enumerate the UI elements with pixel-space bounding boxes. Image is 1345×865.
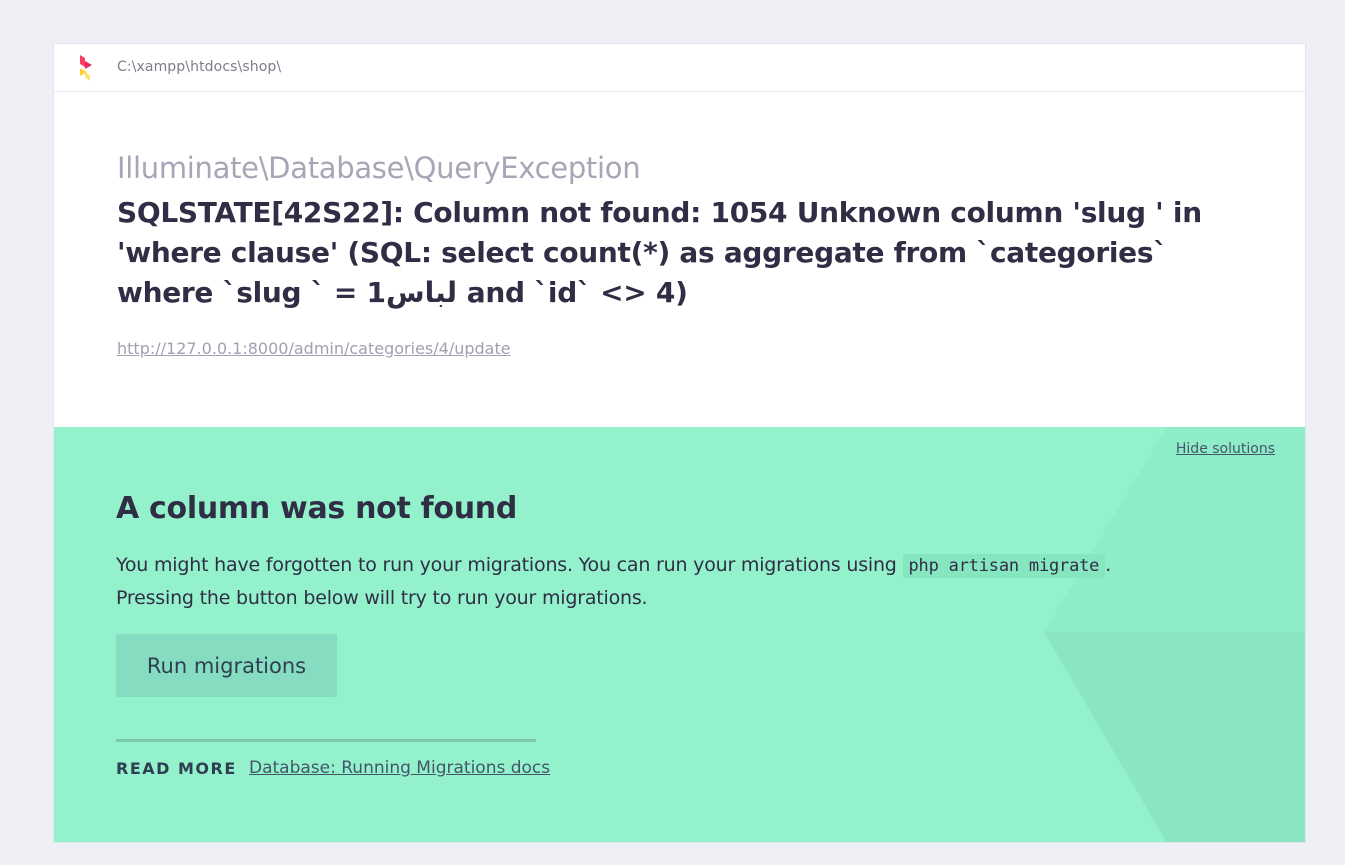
- solution-description: You might have forgotten to run your mig…: [116, 549, 1216, 614]
- exception-class: Illuminate\Database\QueryException: [117, 151, 641, 185]
- error-card: C:\xampp\htdocs\shop\ Illuminate\Databas…: [53, 43, 1306, 843]
- ignition-logo-icon: [80, 55, 92, 81]
- solution-text-before: You might have forgotten to run your mig…: [116, 554, 903, 576]
- solution-text-after: .: [1105, 554, 1112, 576]
- migrations-docs-link[interactable]: Database: Running Migrations docs: [249, 758, 550, 778]
- project-path: C:\xampp\htdocs\shop\: [117, 59, 282, 75]
- read-more-label: READ MORE: [116, 759, 237, 778]
- run-migrations-button[interactable]: Run migrations: [116, 634, 337, 697]
- migrate-command: php artisan migrate: [902, 554, 1106, 578]
- request-url[interactable]: http://127.0.0.1:8000/admin/categories/4…: [117, 339, 511, 358]
- divider: [116, 739, 536, 742]
- solution-title: A column was not found: [116, 491, 518, 526]
- solution-text-line2: Pressing the button below will try to ru…: [116, 587, 648, 609]
- header-bar: C:\xampp\htdocs\shop\: [54, 44, 1305, 92]
- solution-panel: Hide solutions A column was not found Yo…: [54, 427, 1305, 842]
- exception-message: SQLSTATE[42S22]: Column not found: 1054 …: [117, 196, 1202, 309]
- hide-solutions-link[interactable]: Hide solutions: [1176, 441, 1275, 457]
